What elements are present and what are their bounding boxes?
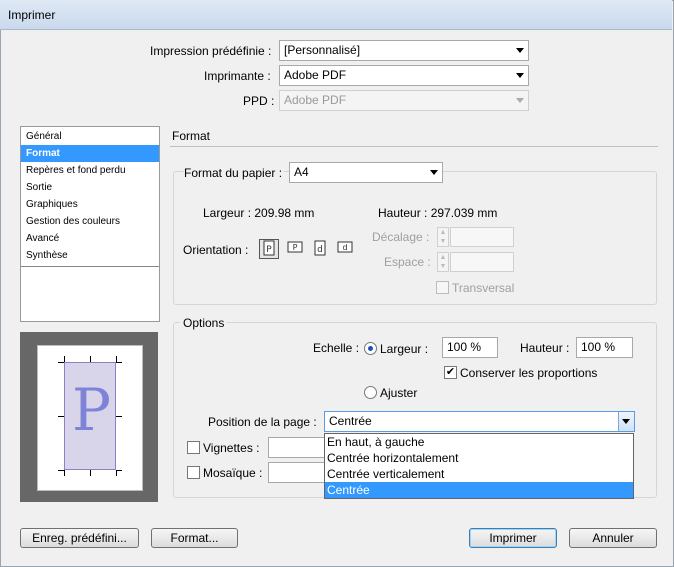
ppd-label: PPD : — [243, 94, 275, 108]
crop-mark — [90, 356, 91, 362]
sidebar-item-graphics[interactable]: Graphiques — [21, 196, 159, 213]
tile-checkbox[interactable] — [187, 466, 200, 479]
page-position-value: Centrée — [329, 414, 372, 428]
paper-width-text: Largeur : 209.98 mm — [203, 206, 315, 220]
sidebar-item-marks-bleed[interactable]: Repères et fond perdu — [21, 162, 159, 179]
scale-width-value: 100 % — [447, 340, 482, 354]
preview-letter: P — [72, 376, 112, 444]
paper-size-label: Format du papier : — [184, 166, 285, 180]
transverse-checkbox[interactable] — [436, 281, 449, 294]
fit-label: Ajuster — [380, 386, 418, 400]
scale-label: Echelle : — [313, 341, 360, 355]
sidebar-item-output[interactable]: Sortie — [21, 179, 159, 196]
crop-mark — [116, 362, 122, 363]
ppd-select[interactable]: Adobe PDF — [279, 90, 529, 111]
scale-height-label: Hauteur : — [520, 341, 570, 355]
paper-size-value: A4 — [294, 165, 309, 179]
keep-proportions-label: Conserver les proportions — [460, 366, 598, 380]
print-button[interactable]: Imprimer — [469, 528, 557, 548]
sidebar-item-format[interactable]: Format — [21, 145, 159, 162]
tile-label: Mosaïque : — [203, 466, 263, 480]
crop-mark — [58, 362, 64, 363]
scale-height-input[interactable]: 100 % — [576, 337, 633, 358]
tile-select[interactable] — [268, 462, 326, 483]
printer-select[interactable]: Adobe PDF — [279, 65, 529, 86]
scale-width-input[interactable]: 100 % — [442, 337, 498, 358]
window-title: Imprimer — [8, 8, 56, 22]
setup-button[interactable]: Format... — [151, 528, 238, 548]
portrait-icon[interactable]: P — [259, 239, 279, 259]
landscape-icon[interactable]: P — [285, 239, 305, 259]
chevron-down-icon — [516, 48, 524, 53]
crop-mark — [116, 356, 117, 362]
chevron-down-icon — [430, 170, 438, 175]
save-preset-button[interactable]: Enreg. prédéfini... — [20, 528, 139, 548]
crop-mark — [64, 356, 65, 362]
printer-value: Adobe PDF — [284, 68, 347, 82]
category-list: Général Format Repères et fond perdu Sor… — [20, 126, 160, 322]
format-section-title: Format — [172, 129, 211, 143]
thumbnails-select[interactable] — [268, 437, 326, 458]
crop-mark — [116, 416, 122, 417]
cancel-button[interactable]: Annuler — [569, 528, 657, 548]
option-top-left[interactable]: En haut, à gauche — [325, 434, 633, 450]
svg-text:P: P — [293, 243, 298, 252]
crop-mark — [64, 470, 65, 476]
sidebar-item-advanced[interactable]: Avancé — [21, 230, 159, 247]
chevron-down-icon — [516, 98, 524, 103]
orientation-label: Orientation : — [183, 243, 249, 257]
thumbnails-label: Vignettes : — [203, 441, 260, 455]
gap-stepper[interactable]: ▲ ▼ — [437, 252, 449, 272]
option-center-vertical[interactable]: Centrée verticalement — [325, 466, 633, 482]
scale-height-value: 100 % — [581, 340, 616, 354]
option-center-horizontal[interactable]: Centrée horizontalement — [325, 450, 633, 466]
page-position-select[interactable]: Centrée — [324, 411, 635, 432]
crop-mark — [116, 470, 117, 476]
crop-mark — [90, 470, 91, 476]
titlebar: Imprimer — [0, 0, 672, 30]
preset-value: [Personnalisé] — [284, 43, 361, 57]
options-section-title: Options — [180, 316, 228, 330]
preset-select[interactable]: [Personnalisé] — [279, 40, 529, 61]
paper-height-text: Hauteur : 297.039 mm — [378, 206, 498, 220]
svg-text:P: P — [266, 245, 272, 255]
fit-radio[interactable] — [364, 386, 377, 399]
sidebar-item-general[interactable]: Général — [21, 128, 159, 145]
sidebar-item-summary[interactable]: Synthèse — [21, 247, 159, 264]
offset-stepper[interactable]: ▲ ▼ — [437, 227, 449, 247]
svg-text:d: d — [317, 245, 323, 255]
printer-label: Imprimante : — [204, 69, 271, 83]
checkmark-icon: ✔ — [445, 366, 456, 378]
paper-size-select[interactable]: A4 — [289, 162, 443, 183]
thumbnails-checkbox[interactable] — [187, 441, 200, 454]
scale-width-label: Largeur : — [380, 342, 429, 356]
keep-proportions-checkbox[interactable]: ✔ — [444, 366, 457, 379]
gap-input[interactable] — [450, 252, 514, 272]
page-position-label: Position de la page : — [208, 415, 317, 429]
list-separator — [21, 266, 159, 267]
page-position-dropdown-button[interactable] — [618, 412, 634, 431]
ppd-value: Adobe PDF — [284, 93, 347, 107]
gap-label: Espace : — [384, 255, 431, 269]
preset-label: Impression prédéfinie : — [150, 44, 272, 58]
chevron-down-icon — [622, 419, 630, 424]
reverse-portrait-icon[interactable]: d — [310, 239, 330, 259]
chevron-down-icon — [516, 73, 524, 78]
section-divider — [170, 146, 658, 147]
reverse-landscape-icon[interactable]: d — [335, 239, 355, 259]
option-centered[interactable]: Centrée — [325, 482, 633, 498]
page-position-options: En haut, à gauche Centrée horizontalemen… — [324, 433, 634, 499]
svg-text:d: d — [342, 243, 347, 252]
offset-label: Décalage : — [372, 230, 430, 244]
offset-input[interactable] — [450, 227, 514, 247]
sidebar-item-color-management[interactable]: Gestion des couleurs — [21, 213, 159, 230]
transverse-label: Transversal — [452, 281, 515, 295]
crop-mark — [58, 416, 64, 417]
scale-width-radio[interactable] — [364, 342, 377, 355]
